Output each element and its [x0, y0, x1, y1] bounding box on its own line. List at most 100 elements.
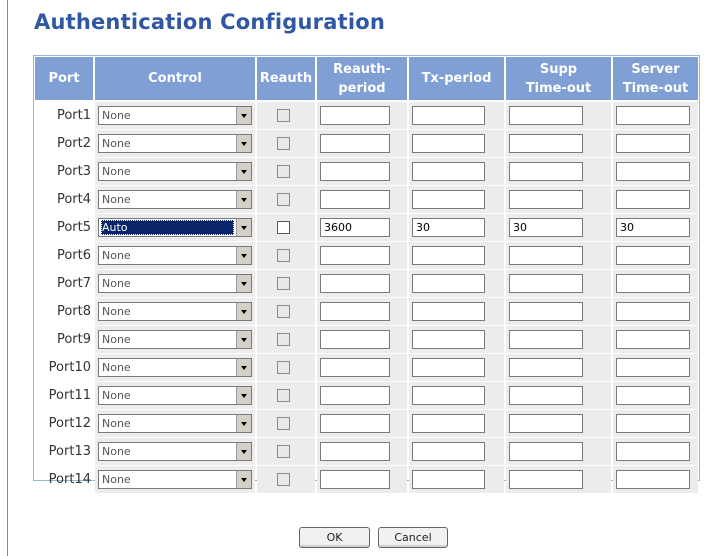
tx-period-input[interactable] [412, 358, 485, 377]
server-timeout-input[interactable] [616, 386, 690, 405]
cancel-button[interactable]: Cancel [378, 527, 448, 548]
reauth-period-input[interactable] [320, 190, 390, 209]
server-timeout-input[interactable] [616, 274, 690, 293]
supp-timeout-input[interactable] [509, 442, 583, 461]
control-select[interactable]: None [98, 134, 252, 153]
reauth-checkbox[interactable] [277, 333, 290, 346]
supp-timeout-input[interactable]: 30 [509, 218, 583, 237]
chevron-down-icon[interactable] [236, 107, 251, 124]
ok-button[interactable]: OK [299, 527, 370, 548]
reauth-checkbox[interactable] [277, 389, 290, 402]
supp-timeout-input[interactable] [509, 470, 583, 489]
reauth-checkbox[interactable] [277, 277, 290, 290]
tx-period-input[interactable]: 30 [412, 218, 485, 237]
server-timeout-input[interactable] [616, 358, 690, 377]
chevron-down-icon[interactable] [236, 135, 251, 152]
server-timeout-input[interactable] [616, 162, 690, 181]
server-timeout-input[interactable] [616, 442, 690, 461]
chevron-down-icon[interactable] [236, 163, 251, 180]
reauth-checkbox[interactable] [277, 361, 290, 374]
reauth-checkbox[interactable] [277, 165, 290, 178]
control-select[interactable]: None [98, 274, 252, 293]
control-select[interactable]: None [98, 442, 252, 461]
chevron-down-icon[interactable] [236, 275, 251, 292]
supp-timeout-input[interactable] [509, 302, 583, 321]
server-timeout-input[interactable] [616, 190, 690, 209]
reauth-checkbox[interactable] [277, 137, 290, 150]
supp-timeout-input[interactable] [509, 358, 583, 377]
server-timeout-input[interactable] [616, 470, 690, 489]
server-timeout-input[interactable] [616, 330, 690, 349]
chevron-down-icon[interactable] [236, 471, 251, 488]
chevron-down-icon[interactable] [236, 191, 251, 208]
reauth-checkbox[interactable] [277, 221, 290, 234]
chevron-down-icon[interactable] [236, 331, 251, 348]
control-select[interactable]: None [98, 246, 252, 265]
server-timeout-input[interactable]: 30 [616, 218, 690, 237]
reauth-period-input[interactable] [320, 358, 390, 377]
tx-period-input[interactable] [412, 330, 485, 349]
server-timeout-input[interactable] [616, 302, 690, 321]
control-select[interactable]: None [98, 358, 252, 377]
control-select[interactable]: None [98, 386, 252, 405]
tx-period-input[interactable] [412, 106, 485, 125]
server-timeout-input[interactable] [616, 414, 690, 433]
tx-period-input[interactable] [412, 134, 485, 153]
supp-timeout-input[interactable] [509, 330, 583, 349]
tx-period-input[interactable] [412, 274, 485, 293]
server-timeout-input[interactable] [616, 246, 690, 265]
reauth-checkbox[interactable] [277, 417, 290, 430]
control-select[interactable]: None [98, 414, 252, 433]
supp-timeout-input[interactable] [509, 414, 583, 433]
control-select[interactable]: None [98, 330, 252, 349]
control-select[interactable]: None [98, 106, 252, 125]
reauth-period-input[interactable] [320, 246, 390, 265]
chevron-down-icon[interactable] [236, 247, 251, 264]
chevron-down-icon[interactable] [236, 303, 251, 320]
supp-timeout-input[interactable] [509, 134, 583, 153]
chevron-down-icon[interactable] [236, 359, 251, 376]
reauth-period-input[interactable] [320, 302, 390, 321]
reauth-period-input[interactable]: 3600 [320, 218, 390, 237]
reauth-checkbox[interactable] [277, 305, 290, 318]
control-select[interactable]: None [98, 190, 252, 209]
reauth-period-input[interactable] [320, 274, 390, 293]
tx-period-input[interactable] [412, 162, 485, 181]
reauth-period-input[interactable] [320, 442, 390, 461]
chevron-down-icon[interactable] [236, 415, 251, 432]
supp-timeout-input[interactable] [509, 190, 583, 209]
reauth-period-input[interactable] [320, 134, 390, 153]
reauth-checkbox[interactable] [277, 473, 290, 486]
control-select[interactable]: None [98, 470, 252, 489]
reauth-period-input[interactable] [320, 386, 390, 405]
supp-timeout-input[interactable] [509, 386, 583, 405]
control-select[interactable]: Auto [98, 218, 252, 237]
reauth-period-input[interactable] [320, 330, 390, 349]
server-timeout-input[interactable] [616, 134, 690, 153]
supp-timeout-input[interactable] [509, 162, 583, 181]
reauth-checkbox[interactable] [277, 445, 290, 458]
chevron-down-icon[interactable] [236, 387, 251, 404]
supp-timeout-input[interactable] [509, 106, 583, 125]
reauth-period-input[interactable] [320, 162, 390, 181]
tx-period-input[interactable] [412, 442, 485, 461]
control-select[interactable]: None [98, 162, 252, 181]
control-select[interactable]: None [98, 302, 252, 321]
supp-timeout-input[interactable] [509, 274, 583, 293]
reauth-period-input[interactable] [320, 414, 390, 433]
chevron-down-icon[interactable] [236, 443, 251, 460]
reauth-period-input[interactable] [320, 106, 390, 125]
tx-period-input[interactable] [412, 246, 485, 265]
tx-period-input[interactable] [412, 190, 485, 209]
tx-period-input[interactable] [412, 414, 485, 433]
chevron-down-icon[interactable] [236, 219, 251, 236]
tx-period-input[interactable] [412, 470, 485, 489]
tx-period-input[interactable] [412, 302, 485, 321]
reauth-period-input[interactable] [320, 470, 390, 489]
tx-period-input[interactable] [412, 386, 485, 405]
reauth-checkbox[interactable] [277, 193, 290, 206]
reauth-checkbox[interactable] [277, 109, 290, 122]
server-timeout-input[interactable] [616, 106, 690, 125]
reauth-checkbox[interactable] [277, 249, 290, 262]
supp-timeout-input[interactable] [509, 246, 583, 265]
